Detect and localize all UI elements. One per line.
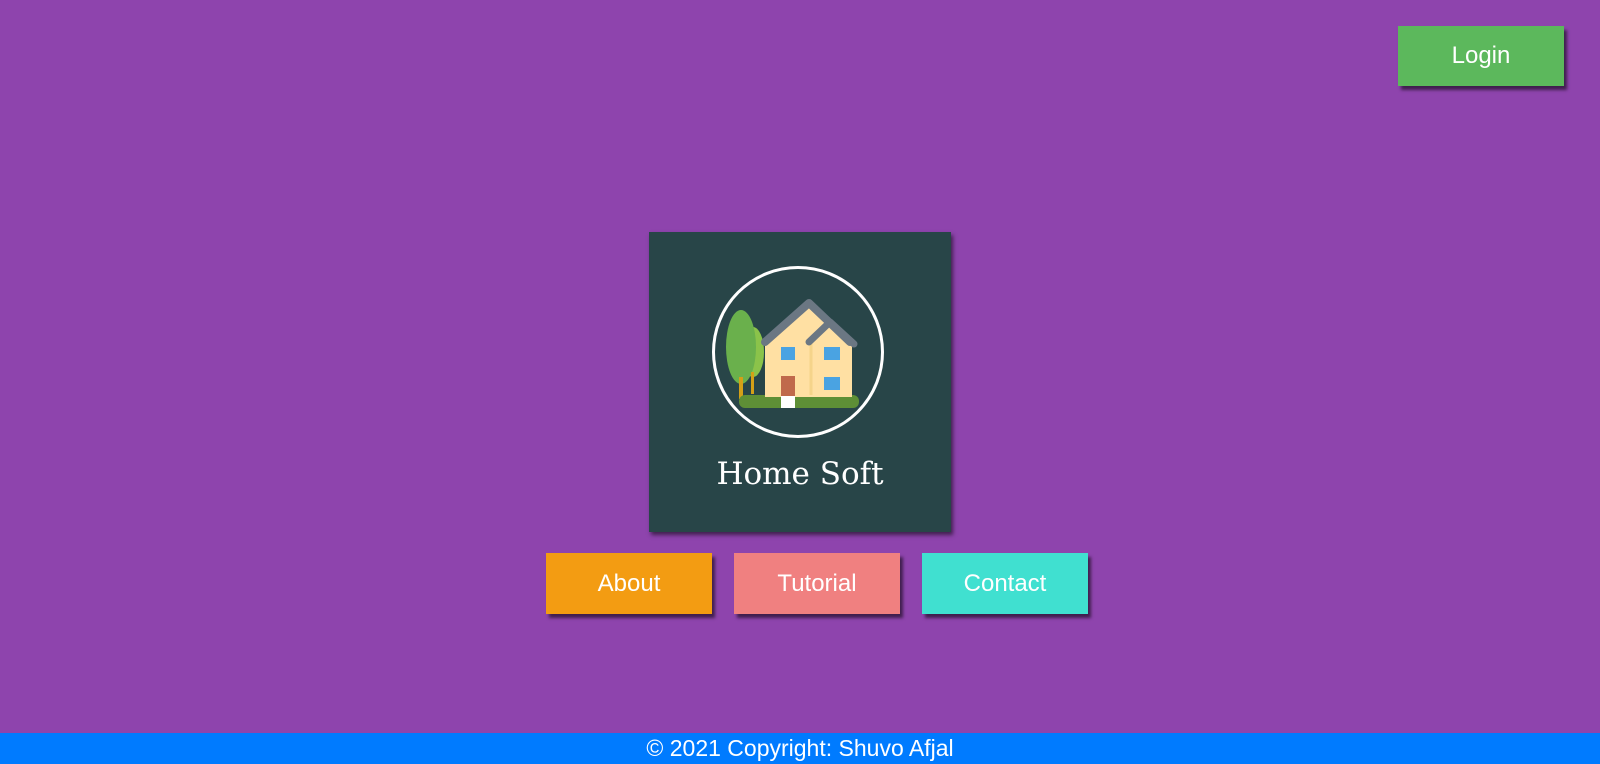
footer: © 2021 Copyright: Shuvo Afjal [0, 733, 1600, 764]
login-button[interactable]: Login [1398, 26, 1564, 86]
about-button[interactable]: About [546, 553, 712, 614]
logo-card[interactable]: Home Soft [649, 232, 951, 532]
tutorial-button[interactable]: Tutorial [734, 553, 900, 614]
brand-name: Home Soft [716, 456, 884, 492]
copyright-text: © 2021 Copyright: Shuvo Afjal [646, 735, 954, 761]
contact-button[interactable]: Contact [922, 553, 1088, 614]
